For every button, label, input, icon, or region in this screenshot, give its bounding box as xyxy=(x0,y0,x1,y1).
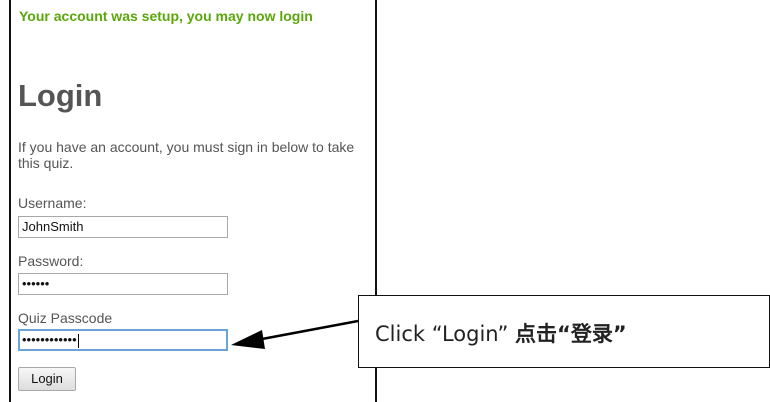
text-caret xyxy=(77,333,79,348)
callout-text: Click “Login” 点击“登录” xyxy=(375,318,627,348)
quiz-passcode-value: •••••••••••• xyxy=(22,332,77,347)
intro-text: If you have an account, you must sign in… xyxy=(18,139,355,171)
username-label: Username: xyxy=(18,195,87,211)
username-value: JohnSmith xyxy=(22,219,84,234)
callout-text-en: Click “Login” xyxy=(375,322,516,346)
login-panel: Your account was setup, you may now logi… xyxy=(9,0,377,402)
password-label: Password: xyxy=(18,253,84,269)
page-title: Login xyxy=(18,78,103,113)
username-field[interactable]: JohnSmith xyxy=(18,216,228,238)
quiz-passcode-label: Quiz Passcode xyxy=(18,310,113,326)
password-value: •••••• xyxy=(22,276,50,291)
quiz-passcode-field[interactable]: •••••••••••• xyxy=(18,329,228,351)
login-button[interactable]: Login xyxy=(18,367,76,391)
success-notice: Your account was setup, you may now logi… xyxy=(19,8,313,24)
instruction-callout: Click “Login” 点击“登录” xyxy=(358,295,770,368)
password-field[interactable]: •••••• xyxy=(18,273,228,295)
callout-text-zh: 点击“登录” xyxy=(515,322,627,346)
